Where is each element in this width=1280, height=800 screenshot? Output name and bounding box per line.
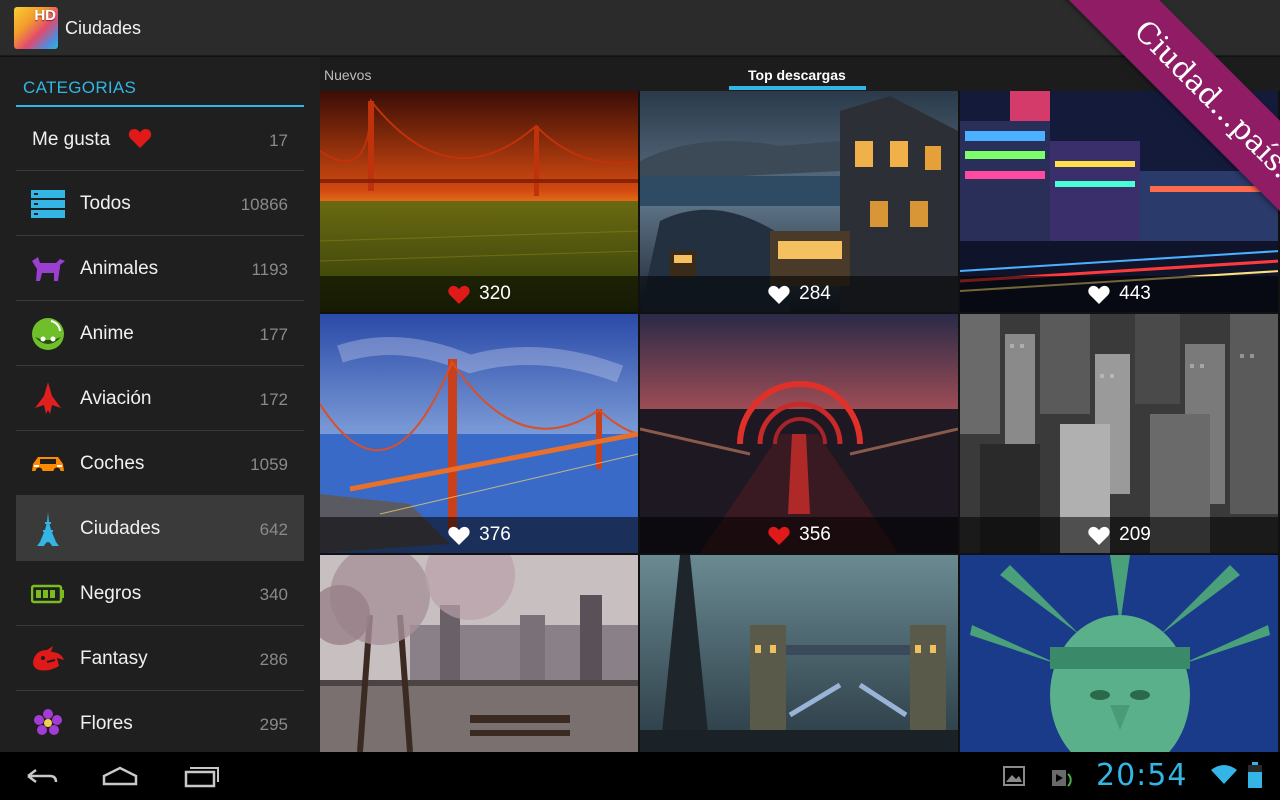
flower-icon xyxy=(30,706,66,742)
likes-count: 376 xyxy=(479,524,511,545)
wallpaper-tile-tower-bridge[interactable] xyxy=(640,555,958,752)
selected-tab-indicator xyxy=(729,86,866,90)
likes-caption: 356 xyxy=(640,517,958,553)
category-label: Todos xyxy=(80,193,131,214)
category-item-flores[interactable]: Flores 295 xyxy=(16,691,304,756)
media-notification-icon[interactable] xyxy=(1050,766,1076,788)
category-count: 286 xyxy=(259,650,288,669)
category-label: Anime xyxy=(80,323,134,344)
liked-heart-icon[interactable] xyxy=(767,525,791,546)
dog-icon xyxy=(30,251,66,287)
action-bar: HD Ciudades xyxy=(0,0,1280,56)
app-logo-label: HD xyxy=(34,7,56,24)
category-list: Me gusta 17 Todos 10866 Animales 1193 An… xyxy=(16,107,304,756)
category-count: 295 xyxy=(259,715,288,734)
battery-status-icon xyxy=(1248,762,1262,788)
back-icon[interactable] xyxy=(22,762,62,790)
category-label: Animales xyxy=(80,258,159,279)
wallpaper-tile-park-skyline[interactable] xyxy=(320,555,638,752)
jet-icon xyxy=(30,381,66,417)
category-count: 1193 xyxy=(251,260,288,279)
status-clock: 20:54 xyxy=(1096,758,1188,793)
category-count: 10866 xyxy=(240,195,288,214)
category-label: Coches xyxy=(80,453,145,474)
anime-face-icon xyxy=(30,316,66,352)
category-item-anime[interactable]: Anime 177 xyxy=(16,301,304,366)
wallpaper-thumbnail xyxy=(320,555,638,752)
heart-icon[interactable] xyxy=(767,284,791,305)
likes-caption: 443 xyxy=(960,276,1278,312)
category-label: Fantasy xyxy=(80,648,148,669)
category-count: 17 xyxy=(269,131,288,150)
category-count: 172 xyxy=(259,390,288,409)
category-label: Aviación xyxy=(80,388,152,409)
categories-header: CATEGORIAS xyxy=(23,78,137,97)
likes-count: 320 xyxy=(479,283,511,304)
system-navigation-bar: 20:54 xyxy=(0,752,1280,800)
app-title: Ciudades xyxy=(65,18,142,38)
heart-icon[interactable] xyxy=(1087,284,1111,305)
category-count: 177 xyxy=(259,325,288,344)
heart-icon xyxy=(128,128,152,148)
category-count: 642 xyxy=(259,520,288,539)
sort-tabs: Nuevos Top descargas xyxy=(320,57,1280,91)
battery-icon xyxy=(30,576,66,612)
car-icon xyxy=(30,446,66,482)
category-item-coches[interactable]: Coches 1059 xyxy=(16,431,304,496)
wallpaper-tile-golden-gate-blue-hour[interactable]: 376 xyxy=(320,314,638,553)
list-icon xyxy=(30,186,66,222)
tab-nuevos[interactable]: Nuevos xyxy=(324,67,371,83)
wallpaper-grid: 320 284 443 376 356 209 xyxy=(320,91,1280,752)
category-item-animales[interactable]: Animales 1193 xyxy=(16,236,304,301)
category-item-me-gusta[interactable]: Me gusta 17 xyxy=(16,107,304,171)
category-label: Negros xyxy=(80,583,142,604)
likes-caption: 209 xyxy=(960,517,1278,553)
likes-caption: 376 xyxy=(320,517,638,553)
category-count: 340 xyxy=(259,585,288,604)
category-item-aviacion[interactable]: Aviación 172 xyxy=(16,366,304,431)
category-item-fantasy[interactable]: Fantasy 286 xyxy=(16,626,304,691)
wallpaper-thumbnail xyxy=(960,555,1278,752)
wifi-icon xyxy=(1211,765,1237,784)
wallpaper-tile-new-york-bw[interactable]: 209 xyxy=(960,314,1278,553)
recent-apps-icon[interactable] xyxy=(180,762,220,790)
category-label: Flores xyxy=(80,713,133,734)
likes-count: 284 xyxy=(799,283,831,304)
heart-icon[interactable] xyxy=(1087,525,1111,546)
likes-caption: 320 xyxy=(320,276,638,312)
wallpaper-tile-golden-gate-sunset[interactable]: 320 xyxy=(320,91,638,312)
wallpaper-tile-san-francisco-night[interactable]: 284 xyxy=(640,91,958,312)
wallpaper-thumbnail xyxy=(640,555,958,752)
liked-heart-icon[interactable] xyxy=(447,284,471,305)
category-item-negros[interactable]: Negros 340 xyxy=(16,561,304,626)
wallpaper-tile-arches-dusk[interactable]: 356 xyxy=(640,314,958,553)
likes-count: 209 xyxy=(1119,524,1151,545)
tab-top-descargas[interactable]: Top descargas xyxy=(748,67,846,83)
wallpaper-tile-statue-of-liberty[interactable] xyxy=(960,555,1278,752)
category-label: Me gusta xyxy=(32,129,111,150)
category-label: Ciudades xyxy=(80,518,161,539)
gallery-notification-icon[interactable] xyxy=(1003,766,1025,786)
app-logo-icon[interactable]: HD xyxy=(14,7,58,49)
category-count: 1059 xyxy=(250,455,288,474)
category-item-todos[interactable]: Todos 10866 xyxy=(16,171,304,236)
category-item-ciudades[interactable]: Ciudades 642 xyxy=(16,496,304,561)
heart-icon[interactable] xyxy=(447,525,471,546)
eiffel-tower-icon xyxy=(30,511,66,547)
wallpaper-tile-bangkok-night[interactable]: 443 xyxy=(960,91,1278,312)
category-sidebar: CATEGORIAS Me gusta 17 Todos 10866 Anima… xyxy=(0,57,320,756)
likes-caption: 284 xyxy=(640,276,958,312)
home-icon[interactable] xyxy=(100,762,140,790)
likes-count: 443 xyxy=(1119,283,1151,304)
likes-count: 356 xyxy=(799,524,831,545)
dragon-icon xyxy=(30,641,66,677)
